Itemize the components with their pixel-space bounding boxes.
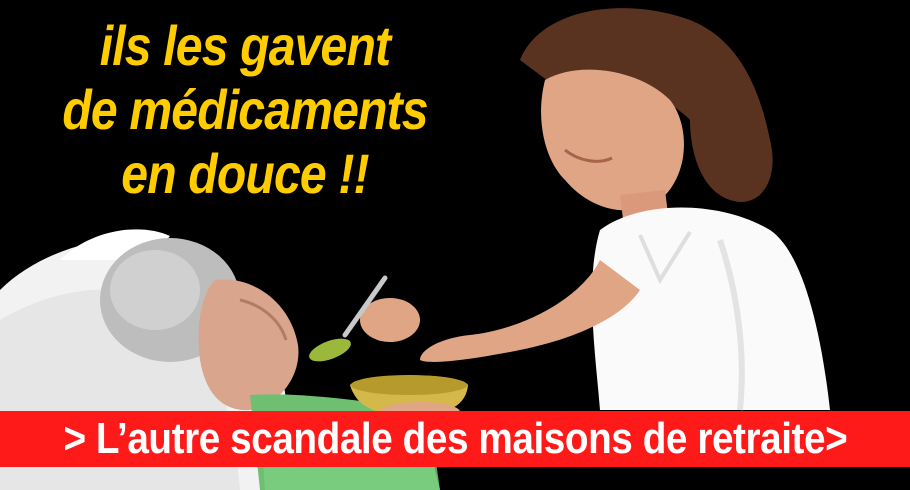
spoon-bowl — [309, 338, 351, 362]
nurse-uniform — [592, 207, 830, 410]
headline-line-3: en douce !! — [121, 142, 369, 205]
cta-label: > L’autre scandale des maisons de retrai… — [63, 414, 847, 463]
cta-banner-button[interactable]: > L’autre scandale des maisons de retrai… — [0, 411, 910, 467]
ad-banner[interactable]: ils les gavent de médicaments en douce !… — [0, 0, 910, 490]
patient-face — [198, 279, 299, 411]
headline: ils les gavent de médicaments en douce !… — [30, 14, 460, 206]
headline-line-2: de médicaments — [62, 78, 428, 141]
headline-line-1: ils les gavent — [99, 14, 391, 77]
